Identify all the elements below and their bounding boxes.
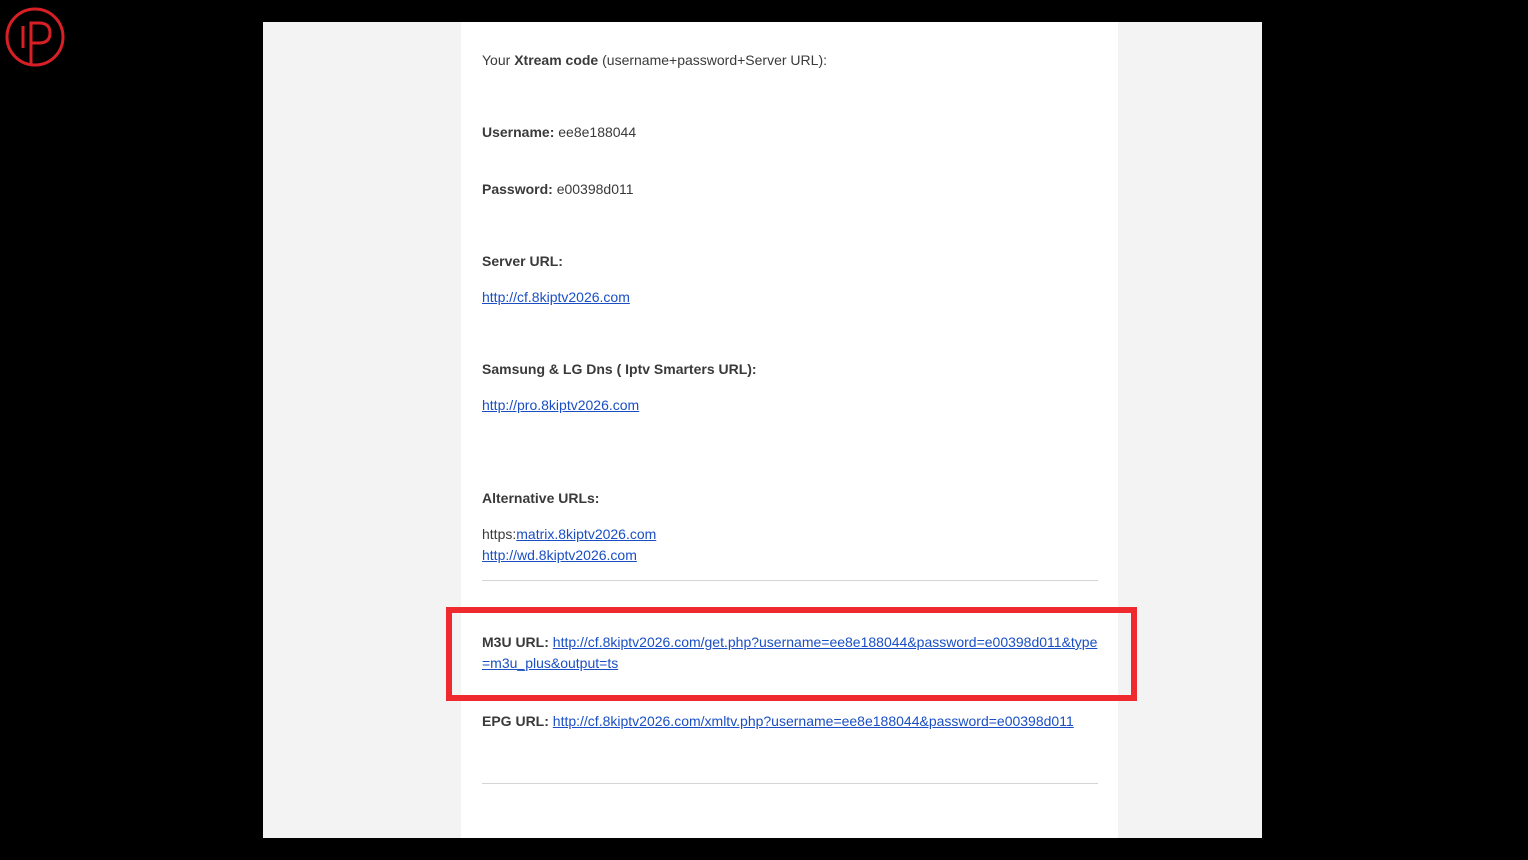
m3u-url-row: M3U URL: http://cf.8kiptv2026.com/get.ph… (482, 632, 1099, 674)
server-url-link[interactable]: http://cf.8kiptv2026.com (482, 289, 630, 305)
epg-url-link[interactable]: http://cf.8kiptv2026.com/xmltv.php?usern… (553, 713, 1074, 729)
alternative-url-1-row: https:matrix.8kiptv2026.com (482, 525, 656, 543)
alternative-url-1-link[interactable]: matrix.8kiptv2026.com (516, 526, 656, 542)
password-row: Password: e00398d011 (482, 180, 634, 198)
intro-prefix: Your (482, 52, 515, 68)
samsung-lg-label: Samsung & LG Dns ( Iptv Smarters URL): (482, 361, 757, 377)
username-value: ee8e188044 (558, 124, 637, 140)
samsung-lg-link-row: http://pro.8kiptv2026.com (482, 396, 639, 414)
video-frame: Your Xtream code (username+password+Serv… (0, 0, 1528, 860)
alternative-urls-label: Alternative URLs: (482, 490, 600, 506)
epg-url-row: EPG URL: http://cf.8kiptv2026.com/xmltv.… (482, 712, 1074, 730)
alternative-url-2-row: http://wd.8kiptv2026.com (482, 546, 637, 564)
samsung-lg-label-row: Samsung & LG Dns ( Iptv Smarters URL): (482, 360, 757, 378)
intro-bold: Xtream code (514, 52, 599, 68)
m3u-url-link[interactable]: http://cf.8kiptv2026.com/get.php?usernam… (482, 634, 1097, 671)
server-label: Server URL: (482, 253, 563, 269)
username-label: Username: (482, 124, 555, 140)
alternative-url-2-link[interactable]: http://wd.8kiptv2026.com (482, 547, 637, 563)
server-url-label: Server URL: (482, 252, 563, 270)
password-value: e00398d011 (556, 181, 634, 197)
divider-top (482, 580, 1098, 581)
password-label: Password: (482, 181, 553, 197)
alternative-url-prefix: https: (482, 526, 517, 542)
epg-url-label: EPG URL: (482, 713, 549, 729)
samsung-lg-link[interactable]: http://pro.8kiptv2026.com (482, 397, 639, 413)
alternative-urls-label-row: Alternative URLs: (482, 489, 599, 507)
intro-suffix: (username+password+Server URL): (598, 52, 827, 68)
email-viewer: Your Xtream code (username+password+Serv… (263, 22, 1262, 838)
server-url-row: http://cf.8kiptv2026.com (482, 288, 630, 306)
email-body: Your Xtream code (username+password+Serv… (461, 22, 1118, 838)
username-row: Username: ee8e188044 (482, 123, 636, 141)
divider-bottom (482, 783, 1098, 784)
m3u-url-label: M3U URL: (482, 634, 549, 650)
xtream-intro: Your Xtream code (username+password+Serv… (482, 51, 827, 69)
iptv-logo-icon (5, 7, 65, 67)
